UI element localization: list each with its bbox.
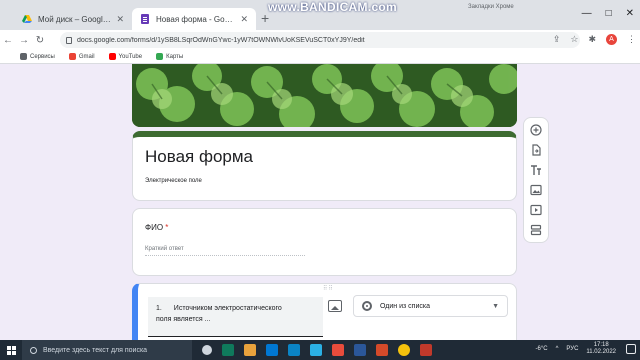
minimize-icon[interactable]: — (582, 8, 592, 19)
add-image-icon[interactable] (529, 183, 543, 197)
taskbar-search-placeholder: Введите здесь текст для поиска (43, 346, 148, 354)
short-answer-placeholder: Краткий ответ (145, 246, 305, 256)
toolbar-actions: ⇪ ☆ ✱ A ⋮ (553, 34, 636, 45)
active-question-card[interactable]: ⠿⠿ 1. Источником электростатического пол… (132, 283, 517, 340)
question-title: ФИО * (145, 223, 168, 232)
add-title-icon[interactable] (529, 163, 543, 177)
apps-grid-icon (20, 53, 27, 60)
google-forms-icon (141, 14, 149, 24)
mail-icon[interactable] (288, 344, 300, 356)
profile-label: Закладки Хроме (468, 4, 514, 10)
tab-label: Новая форма - Google Формы (156, 14, 236, 24)
import-questions-icon[interactable] (529, 143, 543, 157)
google-drive-icon (22, 15, 32, 23)
system-tray: -6°C ^ РУС 17:18 11.02.2022 (535, 342, 616, 356)
question-text-line2: поля является ... (156, 316, 211, 323)
start-button[interactable] (0, 340, 22, 360)
bookmark-services[interactable]: Сервисы (20, 53, 55, 60)
back-icon[interactable]: ← (0, 35, 16, 46)
menu-icon[interactable]: ⋮ (627, 34, 636, 45)
share-icon[interactable]: ⇪ (553, 34, 561, 45)
bandicam-watermark: www.BANDICAM.com (268, 0, 398, 14)
word-icon[interactable] (354, 344, 366, 356)
tab-label: Мой диск – Google Диск (38, 14, 112, 24)
question-text-input[interactable]: 1. Источником электростатического поля я… (148, 297, 323, 337)
media-icon[interactable] (332, 344, 344, 356)
powerpoint-icon[interactable] (376, 344, 388, 356)
tab-google-drive[interactable]: Мой диск – Google Диск ✕ (14, 8, 132, 30)
form-title[interactable]: Новая форма (145, 147, 253, 167)
question-text: ФИО (145, 223, 164, 232)
add-question-icon[interactable] (529, 123, 543, 137)
bookmarks-bar: Сервисы Gmail YouTube Карты (0, 50, 640, 64)
question-number: 1. (156, 305, 162, 312)
close-tab-icon[interactable]: ✕ (116, 14, 124, 25)
clock-date: 11.02.2022 (586, 349, 616, 355)
question-text-line1: Источником электростатического (173, 305, 282, 312)
close-tab-icon[interactable]: ✕ (240, 14, 248, 25)
lock-icon (66, 36, 72, 44)
window-controls: — □ ✕ (582, 8, 634, 19)
bookmark-label: Карты (166, 53, 184, 60)
store-icon[interactable] (266, 344, 278, 356)
tab-google-forms[interactable]: Новая форма - Google Формы ✕ (132, 8, 256, 30)
question-type-select[interactable]: Один из списка ▼ (353, 295, 508, 317)
bookmark-gmail[interactable]: Gmail (68, 53, 95, 60)
gmail-icon (68, 53, 76, 60)
radio-button-icon (362, 301, 372, 311)
forward-icon[interactable]: → (16, 35, 32, 46)
add-image-icon[interactable] (328, 300, 342, 312)
url-text: docs.google.com/forms/d/1ySB8LSqrOdWnGYw… (77, 36, 365, 44)
chevron-down-icon: ▼ (492, 302, 499, 310)
bookmark-label: YouTube (118, 53, 143, 60)
question-type-label: Один из списка (380, 302, 430, 310)
bookmark-maps[interactable]: Карты (156, 53, 183, 60)
bandicam-icon[interactable] (420, 344, 432, 356)
maps-icon (156, 53, 164, 60)
app-l-icon[interactable] (310, 344, 322, 356)
search-icon (30, 346, 37, 354)
weather-text[interactable]: -6°C (535, 346, 547, 352)
bookmark-youtube[interactable]: YouTube (108, 53, 143, 60)
address-bar[interactable]: docs.google.com/forms/d/1ySB8LSqrOdWnGYw… (60, 32, 580, 48)
required-mark: * (165, 223, 169, 232)
clock[interactable]: 17:18 11.02.2022 (586, 342, 616, 356)
form-side-toolbar (523, 117, 549, 243)
close-window-icon[interactable]: ✕ (626, 8, 634, 19)
form-title-card[interactable]: Новая форма Электрическое поле (132, 131, 517, 201)
form-header-image (132, 64, 517, 127)
add-video-icon[interactable] (529, 203, 543, 217)
add-section-icon[interactable] (529, 223, 543, 237)
clock-time: 17:18 (593, 342, 609, 348)
file-explorer-icon[interactable] (244, 344, 256, 356)
windows-logo-icon (6, 345, 16, 355)
edge-icon[interactable] (222, 344, 234, 356)
reload-icon[interactable]: ↻ (32, 35, 48, 46)
chrome-icon[interactable] (398, 344, 410, 356)
extensions-icon[interactable]: ✱ (588, 34, 596, 45)
language-indicator[interactable]: РУС (566, 346, 578, 352)
notifications-icon[interactable] (626, 344, 636, 354)
tray-arrow-icon[interactable]: ^ (556, 346, 559, 352)
bookmark-label: Gmail (78, 53, 95, 60)
bookmark-label: Сервисы (30, 53, 55, 60)
profile-avatar[interactable]: A (606, 34, 617, 45)
task-view-icon[interactable] (202, 345, 212, 355)
maximize-icon[interactable]: □ (606, 8, 612, 19)
taskbar-apps (192, 344, 432, 356)
browser-tab-bar: Мой диск – Google Диск ✕ Новая форма - G… (0, 0, 640, 30)
youtube-icon (108, 53, 116, 60)
question-card[interactable]: ФИО * Краткий ответ (132, 208, 517, 276)
form-description[interactable]: Электрическое поле (145, 178, 202, 184)
clover-leaves-image (132, 64, 517, 127)
bookmark-star-icon[interactable]: ☆ (570, 34, 578, 45)
taskbar-search[interactable]: Введите здесь текст для поиска (22, 340, 192, 360)
drag-handle-icon[interactable]: ⠿⠿ (323, 285, 334, 292)
